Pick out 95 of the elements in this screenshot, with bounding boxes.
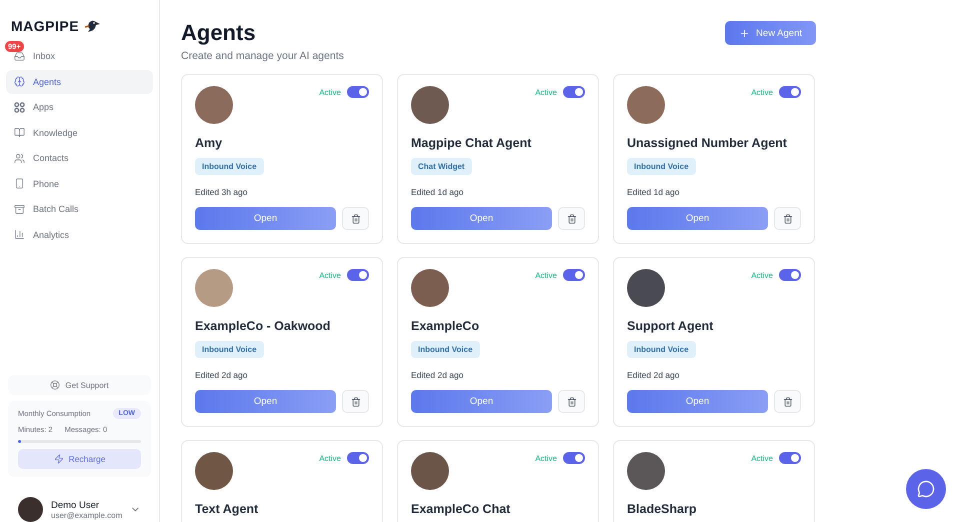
agent-avatar	[411, 452, 449, 490]
open-button[interactable]: Open	[195, 390, 336, 413]
brain-icon	[14, 76, 25, 88]
agent-name: Support Agent	[627, 319, 714, 334]
user-email: user@example.com	[51, 510, 122, 520]
active-toggle[interactable]	[563, 452, 585, 464]
active-toggle[interactable]	[779, 86, 801, 98]
nav-item[interactable]: Knowledge	[6, 120, 153, 145]
agent-name: Text Agent	[195, 502, 260, 517]
open-button[interactable]: Open	[195, 207, 336, 230]
edited-time: Edited 3h ago	[195, 187, 248, 197]
status-label: Active	[319, 270, 341, 280]
delete-button[interactable]	[558, 207, 585, 230]
trash-icon	[782, 396, 792, 406]
chat-bubble-icon	[917, 480, 935, 498]
delete-button[interactable]	[558, 390, 585, 413]
nav-item[interactable]: Batch Calls	[6, 197, 153, 222]
active-toggle[interactable]	[347, 269, 369, 281]
status-label: Active	[319, 454, 341, 462]
nav-item[interactable]: Contacts	[6, 146, 153, 170]
agent-avatar	[195, 269, 233, 307]
trash-icon	[782, 214, 792, 224]
agent-avatar	[411, 86, 449, 124]
nav-item[interactable]: Analytics	[6, 222, 153, 247]
trash-icon	[566, 396, 576, 406]
new-agent-button[interactable]: New Agent	[725, 21, 816, 45]
agent-name: ExampleCo	[411, 319, 480, 334]
bird-logo-icon	[85, 19, 102, 33]
recharge-button[interactable]: Recharge	[18, 449, 141, 469]
edited-time: Edited 2d ago	[195, 370, 248, 380]
nav-item[interactable]: Agents	[6, 70, 153, 94]
agent-name: Magpipe Chat Agent	[411, 136, 532, 151]
brand-logo: MAGPIPE	[11, 18, 80, 34]
delete-button[interactable]	[342, 207, 369, 230]
active-toggle[interactable]	[563, 86, 585, 98]
status-label: Active	[535, 88, 557, 96]
plus-icon	[739, 28, 750, 38]
delete-button[interactable]	[342, 390, 369, 413]
agent-avatar	[627, 452, 665, 490]
trash-icon	[566, 214, 576, 224]
agent-type-tag: Inbound Voice	[627, 158, 696, 175]
nav-item[interactable]: Apps	[6, 95, 153, 120]
page-subtitle: Create and manage your AI agents	[181, 50, 344, 62]
agent-type-tag: Inbound Voice	[195, 341, 264, 358]
agent-name: ExampleCo - Oakwood	[195, 319, 332, 334]
agent-type-tag: Inbound Voice	[627, 341, 696, 358]
agent-name: BladeSharp	[627, 502, 698, 517]
agent-avatar	[195, 86, 233, 124]
book-icon	[14, 127, 25, 138]
active-toggle[interactable]	[347, 452, 369, 464]
status-label: Active	[535, 270, 557, 280]
agent-name: Amy	[195, 136, 224, 151]
active-toggle[interactable]	[779, 452, 801, 464]
delete-button[interactable]	[774, 207, 801, 230]
delete-button[interactable]	[774, 390, 801, 413]
nav-item[interactable]: Phone	[6, 172, 153, 196]
active-toggle[interactable]	[347, 86, 369, 98]
agent-type-tag: Inbound Voice	[195, 158, 264, 175]
status-label: Active	[751, 270, 773, 280]
status-label: Active	[751, 88, 773, 96]
agent-name: ExampleCo Chat	[411, 502, 512, 517]
chat-button[interactable]	[906, 469, 946, 509]
user-avatar	[18, 497, 43, 522]
status-label: Active	[535, 454, 557, 462]
page-title: Agents	[181, 20, 257, 46]
open-button[interactable]: Open	[411, 207, 552, 230]
agent-avatar	[627, 269, 665, 307]
trash-icon	[350, 214, 360, 224]
open-button[interactable]: Open	[411, 390, 552, 413]
active-toggle[interactable]	[779, 269, 801, 281]
agent-avatar	[627, 86, 665, 124]
edited-time: Edited 1d ago	[627, 187, 680, 197]
users-icon	[14, 152, 25, 164]
status-label: Active	[751, 454, 773, 462]
edited-time: Edited 2d ago	[411, 370, 464, 380]
active-toggle[interactable]	[563, 269, 585, 281]
status-label: Active	[319, 88, 341, 96]
get-support-button[interactable]: Get Support	[8, 375, 151, 395]
open-button[interactable]: Open	[627, 207, 768, 230]
agent-avatar	[195, 452, 233, 490]
open-button[interactable]: Open	[627, 390, 768, 413]
edited-time: Edited 2d ago	[627, 370, 680, 380]
agent-name: Unassigned Number Agent	[627, 136, 788, 151]
agent-type-tag: Chat Widget	[411, 158, 472, 175]
edited-time: Edited 1d ago	[411, 187, 464, 197]
lightning-icon	[54, 454, 64, 464]
agent-type-tag: Inbound Voice	[411, 341, 480, 358]
bar-chart-icon	[14, 229, 25, 240]
trash-icon	[350, 396, 360, 406]
grid-icon	[14, 102, 25, 113]
user-name: Demo User	[51, 500, 100, 510]
lifebuoy-icon	[50, 380, 60, 390]
agent-avatar	[411, 269, 449, 307]
inbox-icon	[14, 50, 25, 62]
phone-icon	[14, 178, 25, 190]
